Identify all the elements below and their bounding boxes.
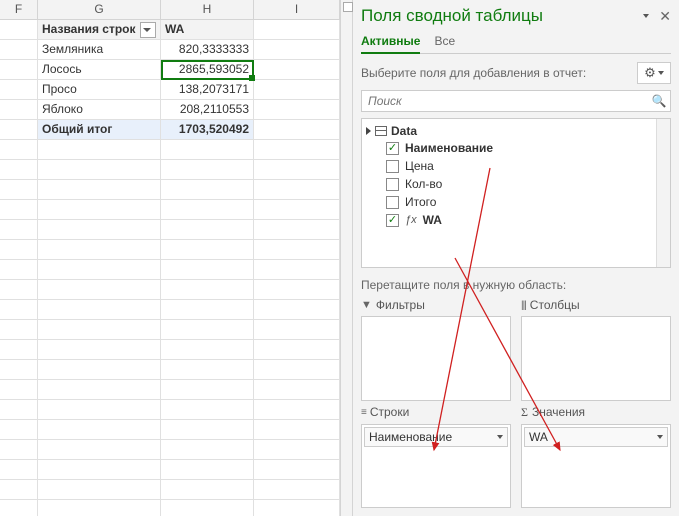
spreadsheet-grid[interactable]: F G H I Названия строк WA Земляника 820,… [0,0,341,516]
pivot-total-label[interactable]: Общий итог [38,120,161,139]
zone-filters[interactable] [361,316,511,401]
zone-rows[interactable]: Наименование [361,424,511,509]
search-input[interactable] [362,91,648,111]
pivot-fields-panel: Поля сводной таблицы ✕ Активные Все Выбе… [353,0,679,516]
cell[interactable] [254,20,340,39]
zone-columns[interactable] [521,316,671,401]
gear-icon: ⚙ [644,65,656,81]
table-icon [375,126,387,136]
checkbox-icon[interactable] [386,142,399,155]
pivot-row-value[interactable]: 2865,593052 [161,60,254,79]
pivot-row-label[interactable]: Просо [38,80,161,99]
field-item[interactable]: Итого [366,193,666,211]
zone-item-rows[interactable]: Наименование [364,427,508,447]
panel-tabs: Активные Все [361,32,671,54]
col-G[interactable]: G [38,0,161,19]
drag-hint: Перетащите поля в нужную область: [361,278,671,292]
tab-active-fields[interactable]: Активные [361,32,420,54]
fields-list[interactable]: Data Наименование Цена Кол-во Итого ƒxWA [361,118,671,268]
cell[interactable] [0,20,38,39]
search-icon[interactable]: 🔍 [648,91,670,111]
pivot-row-label[interactable]: Яблоко [38,100,161,119]
pivot-row-value[interactable]: 138,2073171 [161,80,254,99]
fx-icon: ƒx [405,214,417,226]
instruction-text: Выберите поля для добавления в отчет: [361,66,586,80]
zone-values-label: ΣЗначения [521,405,671,420]
close-panel-icon[interactable]: ✕ [659,8,671,25]
field-item[interactable]: Наименование [366,139,666,157]
field-item[interactable]: Кол-во [366,175,666,193]
fields-root[interactable]: Data [366,123,666,139]
checkbox-icon[interactable] [386,178,399,191]
pivot-total-value[interactable]: 1703,520492 [161,120,254,139]
filter-dropdown-icon[interactable] [140,22,156,38]
column-headers: F G H I [0,0,340,20]
checkbox-icon[interactable] [386,160,399,173]
panel-menu-icon[interactable] [643,14,649,18]
field-search[interactable]: 🔍 [361,90,671,112]
checkbox-icon[interactable] [386,196,399,209]
tab-all-fields[interactable]: Все [434,32,455,53]
zone-columns-label: |||Столбцы [521,298,671,312]
layout-options-button[interactable]: ⚙ [637,62,671,84]
funnel-icon: ▼ [361,299,372,311]
chevron-down-icon[interactable] [497,435,503,439]
collapse-icon[interactable] [366,127,371,135]
rows-icon: ≡ [361,407,366,418]
chevron-down-icon[interactable] [657,435,663,439]
columns-icon: ||| [521,300,526,311]
panel-title: Поля сводной таблицы [361,6,543,26]
col-H[interactable]: H [161,0,254,19]
col-F[interactable]: F [0,0,38,19]
pivot-row-value[interactable]: 208,2110553 [161,100,254,119]
zone-rows-label: ≡Строки [361,405,511,420]
zone-item-values[interactable]: WA [524,427,668,447]
field-item[interactable]: ƒxWA [366,211,666,229]
zone-filters-label: ▼Фильтры [361,298,511,312]
fields-scrollbar[interactable] [656,119,670,267]
sigma-icon: Σ [521,405,528,420]
pivot-row-value[interactable]: 820,3333333 [161,40,254,59]
pivot-row-label[interactable]: Земляника [38,40,161,59]
vertical-scrollbar[interactable] [341,0,353,516]
col-I[interactable]: I [254,0,340,19]
pivot-header-value[interactable]: WA [161,20,254,39]
checkbox-icon[interactable] [386,214,399,227]
pivot-row-label[interactable]: Лосось [38,60,161,79]
zone-values[interactable]: WA [521,424,671,509]
pivot-header-rows[interactable]: Названия строк [38,20,161,39]
field-item[interactable]: Цена [366,157,666,175]
